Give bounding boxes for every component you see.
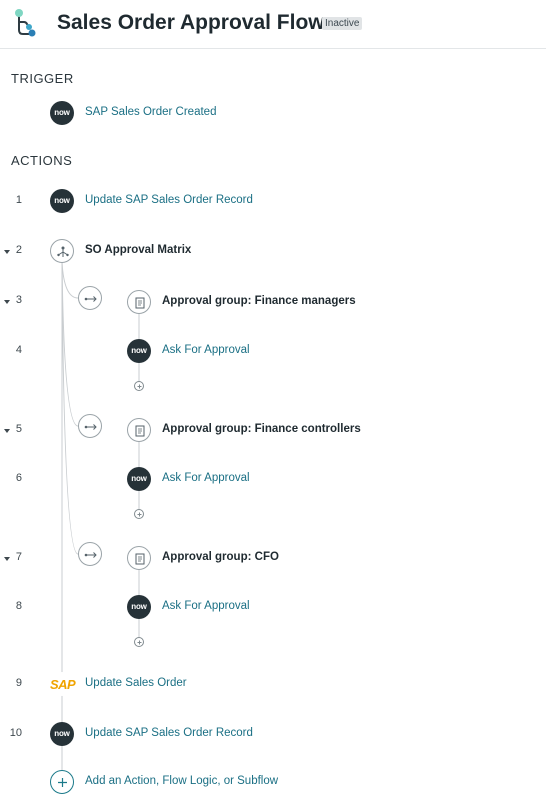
action-link[interactable]: Ask For Approval [162, 344, 250, 356]
action-link[interactable]: Update SAP Sales Order Record [85, 194, 253, 206]
action-label[interactable]: SO Approval Matrix [85, 244, 191, 256]
action-label[interactable]: Approval group: Finance controllers [162, 423, 361, 435]
add-step-icon[interactable] [134, 637, 144, 647]
action-number: 5 [15, 423, 22, 435]
group-icon [127, 546, 151, 570]
now-icon: now [50, 722, 74, 746]
page-header: Sales Order Approval Flow Inactive [0, 0, 546, 49]
action-label[interactable]: Approval group: Finance managers [162, 295, 356, 307]
action-number: 7 [15, 551, 22, 563]
branch-arrow-icon [78, 286, 102, 310]
sap-icon: SAP [50, 677, 76, 692]
now-icon: now [127, 467, 151, 491]
status-badge: Inactive [322, 17, 363, 30]
action-number: 10 [9, 727, 22, 739]
action-number: 9 [15, 677, 22, 689]
action-number: 6 [15, 472, 22, 484]
group-icon [127, 418, 151, 442]
now-icon: now [50, 101, 74, 125]
branch-arrow-icon [78, 542, 102, 566]
add-step-icon[interactable] [134, 509, 144, 519]
action-number: 1 [15, 194, 22, 206]
action-number: 2 [15, 244, 22, 256]
flow-connector-lines [61, 261, 140, 770]
add-action-icon[interactable] [50, 770, 74, 794]
action-number: 4 [15, 344, 22, 356]
flow-icon [15, 9, 36, 37]
now-icon: now [127, 595, 151, 619]
action-link[interactable]: Ask For Approval [162, 600, 250, 612]
action-number: 3 [15, 294, 22, 306]
now-icon: now [127, 339, 151, 363]
branch-icon [50, 239, 74, 263]
page-title: Sales Order Approval Flow [57, 11, 325, 34]
add-step-icon[interactable] [134, 381, 144, 391]
add-action-link[interactable]: Add an Action, Flow Logic, or Subflow [85, 775, 278, 787]
action-label[interactable]: Approval group: CFO [162, 551, 279, 563]
group-icon [127, 290, 151, 314]
trigger-section-label: TRIGGER [11, 71, 74, 86]
now-icon: now [50, 189, 74, 213]
action-link[interactable]: Ask For Approval [162, 472, 250, 484]
action-number: 8 [15, 600, 22, 612]
action-link[interactable]: Update Sales Order [85, 677, 187, 689]
actions-section-label: ACTIONS [11, 153, 73, 168]
trigger-link[interactable]: SAP Sales Order Created [85, 106, 216, 118]
action-link[interactable]: Update SAP Sales Order Record [85, 727, 253, 739]
branch-arrow-icon [78, 414, 102, 438]
